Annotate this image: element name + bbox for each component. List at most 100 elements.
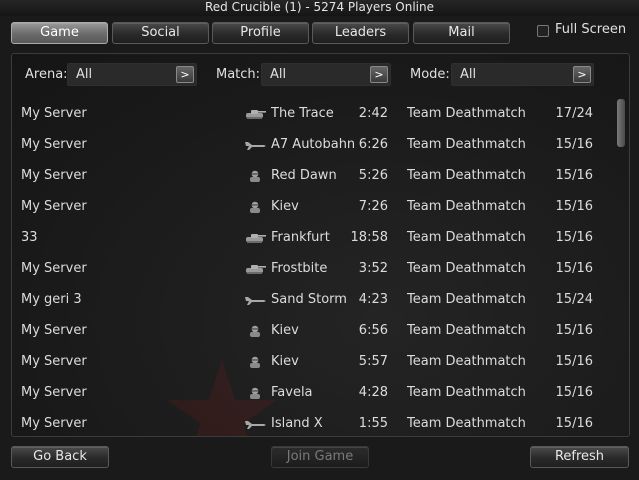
server-row[interactable]: My Server Favela 4:28 Team Deathmatch 15… xyxy=(12,378,612,409)
server-map: Frankfurt xyxy=(271,230,330,245)
server-row[interactable]: My geri 3 Sand Storm 4:23 Team Deathmatc… xyxy=(12,285,612,316)
tank-icon xyxy=(244,263,266,275)
server-time: 3:52 xyxy=(358,261,388,276)
go-back-button[interactable]: Go Back xyxy=(11,446,109,468)
server-mode: Team Deathmatch xyxy=(407,354,526,369)
server-players: 15/24 xyxy=(555,292,593,307)
server-mode: Team Deathmatch xyxy=(407,416,526,431)
soldier-icon xyxy=(244,356,266,368)
server-time: 4:28 xyxy=(358,385,388,400)
server-map: Red Dawn xyxy=(271,168,337,183)
arena-select-value: All xyxy=(76,67,93,82)
match-filter-label: Match: xyxy=(216,67,261,82)
jet-icon xyxy=(244,294,266,306)
server-mode: Team Deathmatch xyxy=(407,292,526,307)
tank-icon xyxy=(244,232,266,244)
soldier-icon xyxy=(244,170,266,182)
server-time: 7:26 xyxy=(358,199,388,214)
mode-filter-label: Mode: xyxy=(410,67,450,82)
mode-select[interactable]: All > xyxy=(451,63,594,86)
server-map: Island X xyxy=(271,416,323,431)
server-mode: Team Deathmatch xyxy=(407,199,526,214)
server-mode: Team Deathmatch xyxy=(407,261,526,276)
server-name: My Server xyxy=(21,168,87,183)
refresh-button[interactable]: Refresh xyxy=(530,446,629,468)
server-players: 15/16 xyxy=(555,385,593,400)
server-name: My Server xyxy=(21,354,87,369)
tab-leaders[interactable]: Leaders xyxy=(312,22,409,44)
server-name: 33 xyxy=(21,230,38,245)
tab-profile[interactable]: Profile xyxy=(212,22,309,44)
server-players: 17/24 xyxy=(555,106,593,121)
window-title: Red Crucible (1) - 5274 Players Online xyxy=(0,0,639,16)
server-name: My Server xyxy=(21,137,87,152)
tank-icon xyxy=(244,108,266,120)
server-players: 15/16 xyxy=(555,230,593,245)
jet-icon xyxy=(244,139,266,151)
server-row[interactable]: My Server Kiev 6:56 Team Deathmatch 15/1… xyxy=(12,316,612,347)
server-name: My geri 3 xyxy=(21,292,82,307)
match-select-arrow[interactable]: > xyxy=(370,66,388,83)
filter-bar: Arena: All > Match: All > Mode: All > xyxy=(12,54,629,94)
server-name: My Server xyxy=(21,261,87,276)
server-map: Favela xyxy=(271,385,313,400)
arena-filter-label: Arena: xyxy=(25,67,68,82)
server-row[interactable]: My Server A7 Autobahn 6:26 Team Deathmat… xyxy=(12,130,612,161)
server-time: 6:56 xyxy=(358,323,388,338)
server-players: 15/16 xyxy=(555,416,593,431)
server-time: 6:26 xyxy=(358,137,388,152)
arena-select[interactable]: All > xyxy=(67,63,197,86)
soldier-icon xyxy=(244,387,266,399)
arena-select-arrow[interactable]: > xyxy=(176,66,194,83)
server-players: 15/16 xyxy=(555,199,593,214)
server-map: Kiev xyxy=(271,354,299,369)
server-row[interactable]: My Server Island X 1:55 Team Deathmatch … xyxy=(12,409,612,436)
server-time: 5:57 xyxy=(358,354,388,369)
server-mode: Team Deathmatch xyxy=(407,137,526,152)
server-time: 1:55 xyxy=(358,416,388,431)
server-row[interactable]: My Server The Trace 2:42 Team Deathmatch… xyxy=(12,99,612,130)
server-name: My Server xyxy=(21,385,87,400)
server-map: The Trace xyxy=(271,106,334,121)
tab-game[interactable]: Game xyxy=(11,22,108,44)
server-mode: Team Deathmatch xyxy=(407,323,526,338)
soldier-icon xyxy=(244,201,266,213)
server-name: My Server xyxy=(21,199,87,214)
server-name: My Server xyxy=(21,416,87,431)
server-name: My Server xyxy=(21,323,87,338)
tab-social[interactable]: Social xyxy=(112,22,209,44)
server-mode: Team Deathmatch xyxy=(407,230,526,245)
fullscreen-checkbox[interactable] xyxy=(537,25,549,37)
server-players: 15/16 xyxy=(555,354,593,369)
server-time: 5:26 xyxy=(358,168,388,183)
server-mode: Team Deathmatch xyxy=(407,168,526,183)
fullscreen-label[interactable]: Full Screen xyxy=(555,22,626,38)
tab-mail[interactable]: Mail xyxy=(413,22,510,44)
server-map: Kiev xyxy=(271,199,299,214)
server-map: Kiev xyxy=(271,323,299,338)
mode-select-arrow[interactable]: > xyxy=(573,66,591,83)
mode-select-value: All xyxy=(460,67,477,82)
server-row[interactable]: My Server Red Dawn 5:26 Team Deathmatch … xyxy=(12,161,612,192)
server-name: My Server xyxy=(21,106,87,121)
jet-icon xyxy=(244,418,266,430)
server-time: 18:58 xyxy=(350,230,388,245)
server-map: Frostbite xyxy=(271,261,328,276)
server-players: 15/16 xyxy=(555,137,593,152)
server-time: 2:42 xyxy=(358,106,388,121)
scrollbar-thumb[interactable] xyxy=(617,99,625,147)
server-time: 4:23 xyxy=(358,292,388,307)
server-row[interactable]: My Server Frostbite 3:52 Team Deathmatch… xyxy=(12,254,612,285)
server-mode: Team Deathmatch xyxy=(407,106,526,121)
join-game-button[interactable]: Join Game xyxy=(271,446,369,468)
server-row[interactable]: My Server Kiev 7:26 Team Deathmatch 15/1… xyxy=(12,192,612,223)
server-browser-panel: Arena: All > Match: All > Mode: All > My… xyxy=(11,53,630,437)
server-mode: Team Deathmatch xyxy=(407,385,526,400)
server-players: 15/16 xyxy=(555,261,593,276)
server-row[interactable]: My Server Kiev 5:57 Team Deathmatch 15/1… xyxy=(12,347,612,378)
match-select[interactable]: All > xyxy=(261,63,391,86)
server-players: 15/16 xyxy=(555,168,593,183)
server-players: 15/16 xyxy=(555,323,593,338)
match-select-value: All xyxy=(270,67,287,82)
server-row[interactable]: 33 Frankfurt 18:58 Team Deathmatch 15/16 xyxy=(12,223,612,254)
